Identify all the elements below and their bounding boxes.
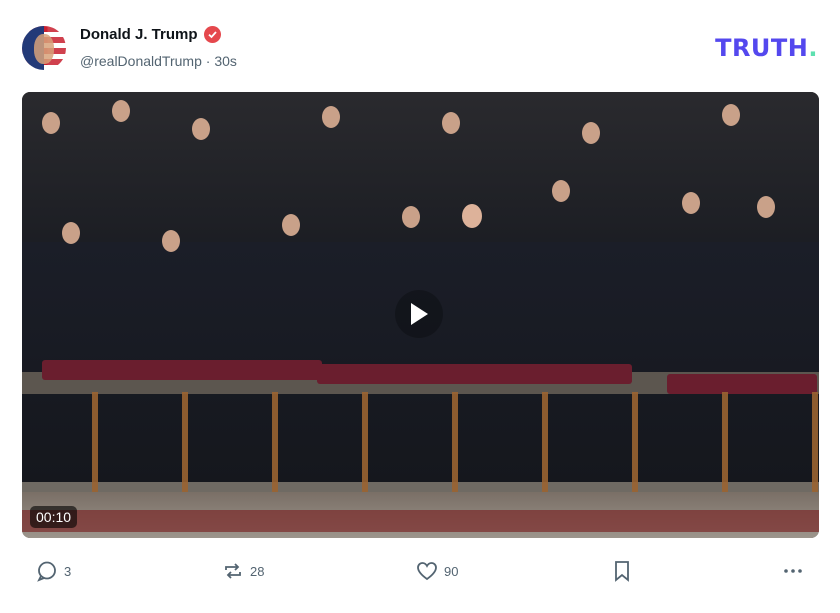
retruth-count: 28 — [250, 563, 265, 579]
brand-dot: . — [808, 34, 818, 62]
handle[interactable]: @realDonaldTrump — [80, 53, 202, 69]
reply-icon — [37, 561, 56, 582]
video-player[interactable]: 00:10 — [22, 92, 819, 538]
reply-button[interactable]: 3 — [36, 560, 71, 582]
handle-row: @realDonaldTrump · 30s — [80, 53, 237, 69]
display-name[interactable]: Donald J. Trump — [80, 26, 198, 43]
bookmark-button[interactable] — [612, 560, 632, 582]
like-icon — [417, 562, 437, 581]
post-actions: 3 28 90 — [0, 560, 840, 590]
retruth-icon — [225, 563, 241, 579]
like-button[interactable]: 90 — [416, 560, 458, 582]
reply-count: 3 — [64, 563, 72, 579]
verified-icon — [203, 26, 221, 43]
play-button[interactable] — [395, 290, 443, 338]
more-icon — [784, 569, 802, 573]
video-duration: 00:10 — [30, 506, 78, 528]
separator: · — [205, 53, 211, 69]
brand-name: TRUTH — [715, 34, 809, 62]
play-icon — [411, 303, 428, 325]
avatar[interactable] — [22, 26, 66, 70]
truth-logo: TRUTH. — [715, 34, 818, 62]
like-count: 90 — [444, 563, 459, 579]
author-name-row: Donald J. Trump — [80, 26, 221, 43]
post-age: 30s — [214, 53, 237, 69]
more-button[interactable] — [782, 560, 804, 582]
bookmark-icon — [615, 561, 629, 582]
retruth-button[interactable]: 28 — [222, 560, 264, 582]
